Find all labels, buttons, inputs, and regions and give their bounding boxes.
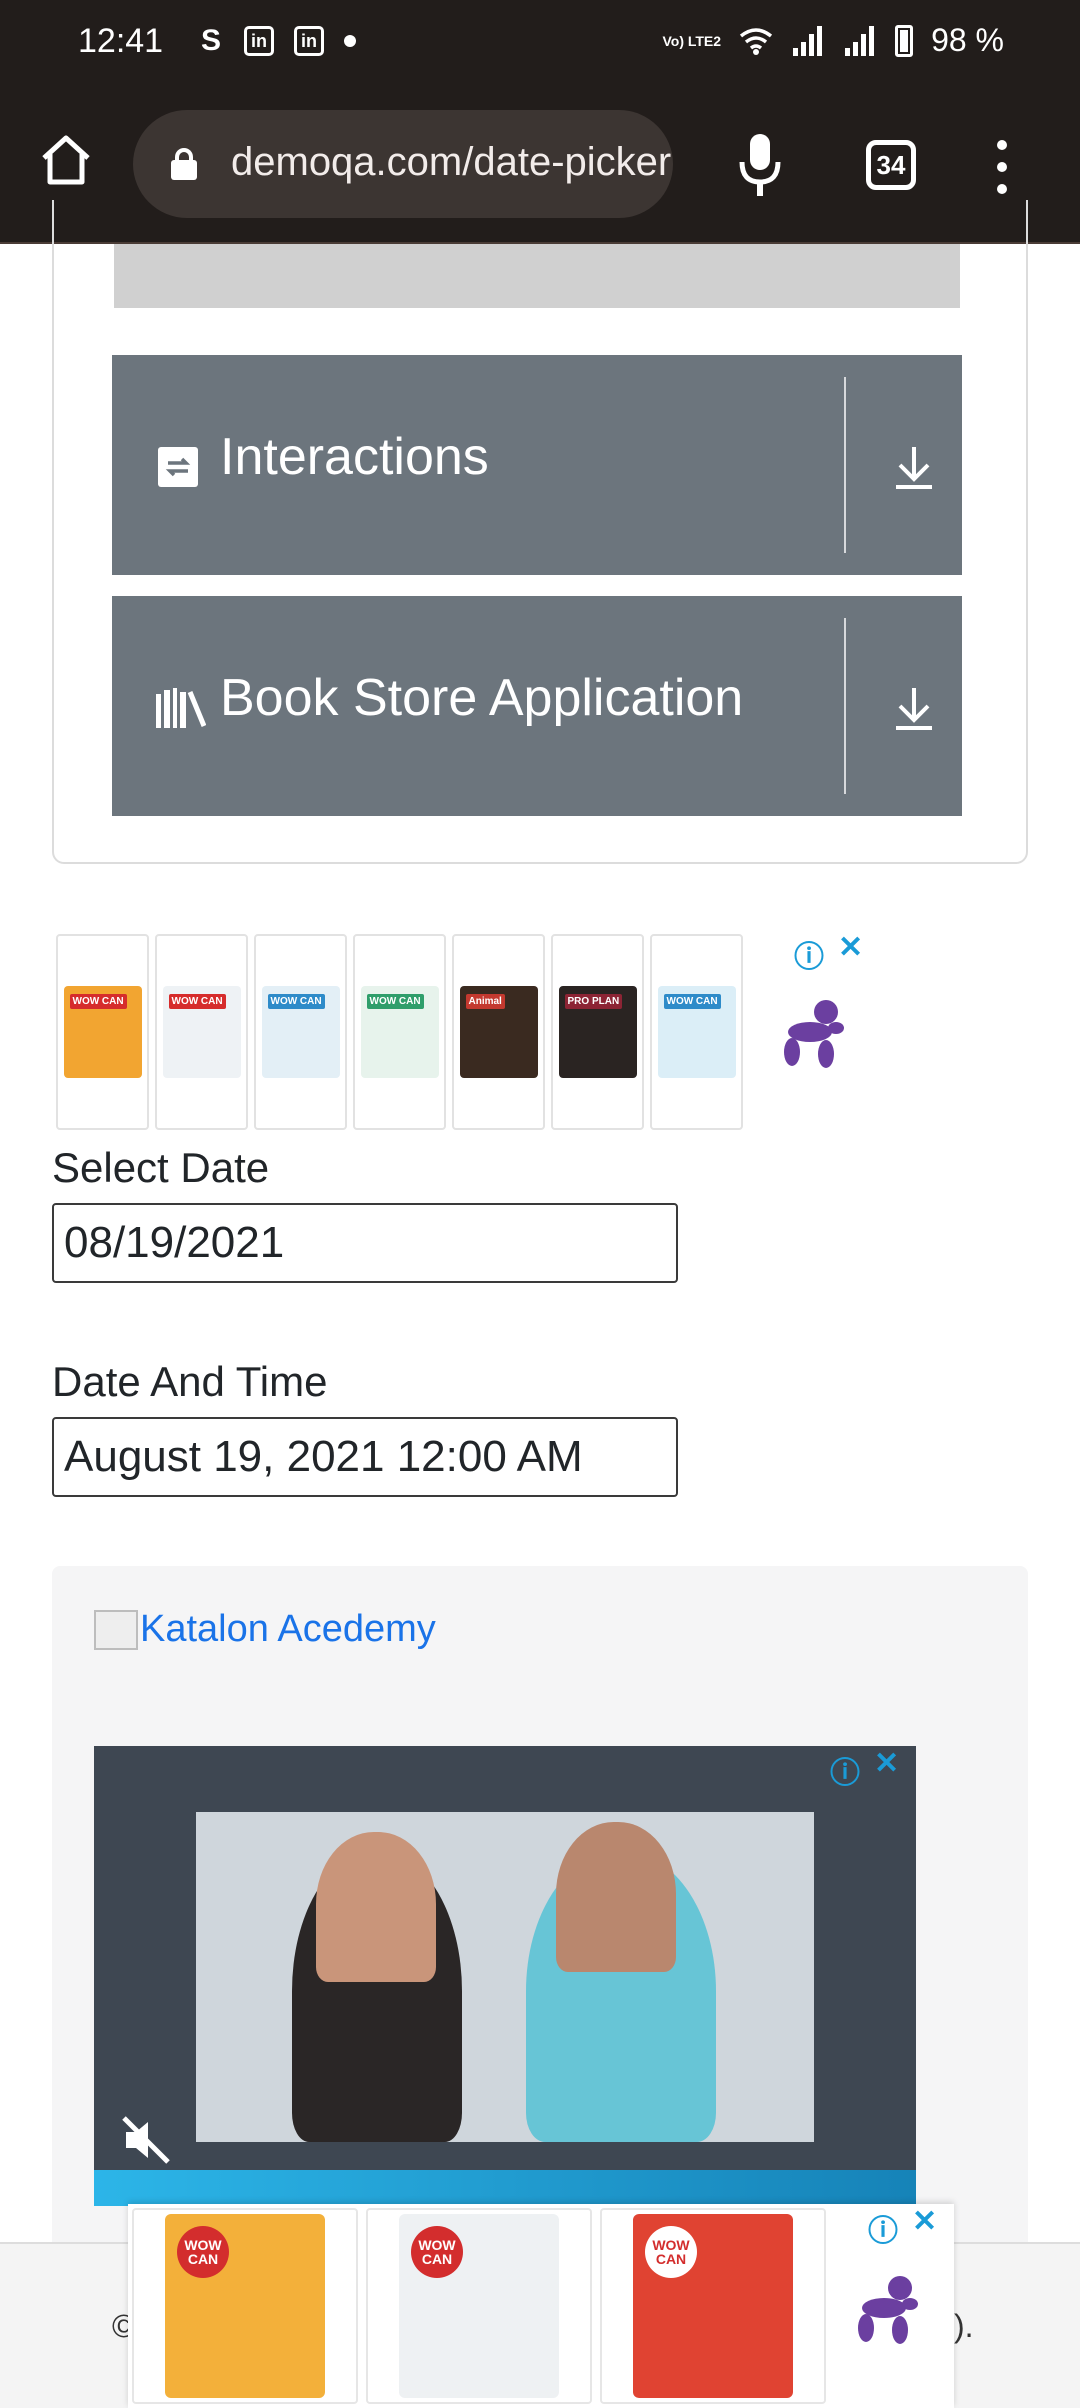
bottom-sticky-ad[interactable]: WOW CAN WOW CAN WOW CAN ⓘ ✕: [128, 2204, 954, 2408]
s-icon: S: [200, 24, 221, 57]
select-date-input[interactable]: [52, 1203, 678, 1283]
signal-icon: [845, 25, 875, 56]
ad-info-icon[interactable]: ⓘ: [794, 932, 824, 976]
url-text: demoqa.com/date-picker: [231, 140, 672, 184]
product-ad-row[interactable]: WOW CAN WOW CAN WOW CAN WOW CAN Animal P…: [56, 934, 743, 1130]
video-face: [556, 1822, 676, 1972]
linkedin-icon: in: [294, 26, 324, 56]
ad-close-icon[interactable]: ✕: [838, 930, 863, 965]
dot-icon: [344, 35, 356, 47]
book-store-icon: [156, 688, 206, 728]
divider: [844, 377, 846, 553]
menu-icon[interactable]: [990, 140, 1014, 194]
footer-text-end: ).: [954, 2308, 974, 2344]
home-icon[interactable]: [36, 130, 96, 190]
video-face: [316, 1832, 436, 1982]
download-icon[interactable]: [892, 443, 936, 491]
sidebar-item-book-store[interactable]: Book Store Application: [112, 596, 962, 816]
volte-icon: Vo) LTE2: [662, 32, 722, 49]
ad-product[interactable]: WOW CAN: [132, 2208, 358, 2404]
sidebar-item-label: Book Store Application: [220, 669, 744, 727]
broken-image-icon: [94, 1609, 138, 1650]
katalon-link[interactable]: Katalon Acedemy: [94, 1608, 436, 1651]
ad-info-icon[interactable]: ⓘ: [830, 1748, 860, 1792]
ad-product[interactable]: WOW CAN: [254, 934, 347, 1130]
download-icon[interactable]: [892, 684, 936, 732]
ad-product[interactable]: PRO PLAN: [551, 934, 644, 1130]
sidebar-item-label: Interactions: [220, 428, 489, 486]
ad-product[interactable]: WOW CAN: [155, 934, 248, 1130]
balloon-dog-icon: [784, 1000, 844, 1068]
date-time-label: Date And Time: [52, 1358, 328, 1405]
status-time: 12:41: [78, 22, 164, 60]
ad-product[interactable]: WOW CAN: [650, 934, 743, 1130]
linkedin-icon: in: [244, 26, 274, 56]
notification-icons: S in in: [198, 24, 356, 58]
tab-switcher-button[interactable]: 34: [866, 140, 916, 190]
ad-product[interactable]: WOW CAN: [600, 2208, 826, 2404]
system-icons: Vo) LTE2 98 %: [662, 22, 1004, 59]
katalon-link-text: Katalon Acedemy: [140, 1608, 436, 1650]
ad-close-icon[interactable]: ✕: [874, 1746, 899, 1781]
wifi-icon: [739, 27, 773, 55]
select-date-label: Select Date: [52, 1144, 270, 1191]
interactions-icon: [158, 447, 198, 487]
signal-icon: [793, 25, 823, 56]
ad-close-icon[interactable]: ✕: [912, 2204, 937, 2239]
mic-icon[interactable]: [736, 132, 784, 198]
status-bar: 12:41 S in in Vo) LTE2 98 %: [0, 0, 1080, 88]
battery-percent: 98 %: [931, 22, 1004, 58]
ad-product[interactable]: Animal: [452, 934, 545, 1130]
date-time-input[interactable]: [52, 1417, 678, 1497]
battery-icon: [895, 24, 914, 57]
divider: [844, 618, 846, 794]
video-frame: [196, 1812, 814, 2142]
ad-product[interactable]: WOW CAN: [366, 2208, 592, 2404]
video-ad[interactable]: ⓘ ✕: [94, 1746, 916, 2206]
video-bottom-bar: [94, 2170, 916, 2206]
mute-icon[interactable]: [120, 2114, 172, 2166]
ad-product[interactable]: WOW CAN: [353, 934, 446, 1130]
balloon-dog-icon: [858, 2276, 918, 2344]
ad-info-icon[interactable]: ⓘ: [868, 2206, 898, 2250]
ad-product[interactable]: WOW CAN: [56, 934, 149, 1130]
lock-icon: [171, 148, 197, 180]
collapsed-panel-strip: [114, 244, 960, 308]
sidebar-item-interactions[interactable]: Interactions: [112, 355, 962, 575]
